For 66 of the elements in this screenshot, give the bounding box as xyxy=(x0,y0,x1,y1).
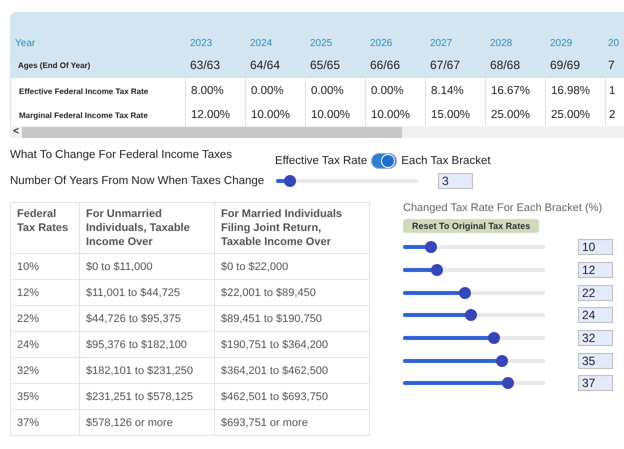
column-header: For Married Individuals Filing Joint Return, Taxable Income Over xyxy=(214,202,370,254)
table-cell: $0 to $11,000 xyxy=(80,254,214,280)
table-cell: $0 to $22,000 xyxy=(214,254,370,280)
rate-input[interactable]: 24 xyxy=(578,307,613,324)
table-cell: $44,726 to $95,375 xyxy=(80,306,214,332)
table-cell: $231,251 to $578,125 xyxy=(80,384,214,410)
year-header: 2023 xyxy=(189,38,214,48)
table-cell: 10% xyxy=(10,254,80,280)
rate-input[interactable]: 32 xyxy=(578,330,613,346)
table-cell: 32% xyxy=(10,358,80,384)
slider-thumb[interactable] xyxy=(465,309,478,322)
table-cell: $693,751 or more xyxy=(214,410,370,436)
year-header: 2026 xyxy=(369,38,394,48)
table-cell: 12% xyxy=(10,280,80,306)
ages-value: 69/69 xyxy=(549,58,582,72)
years-input[interactable]: 3 xyxy=(438,173,473,189)
year-header: 20 xyxy=(607,38,620,48)
rate-input[interactable]: 12 xyxy=(578,262,613,278)
table-cell: $95,376 to $182,100 xyxy=(80,332,214,358)
ages-value: 66/66 xyxy=(369,58,402,72)
ages-value: 67/67 xyxy=(429,58,462,72)
rate-input[interactable]: 22 xyxy=(578,284,613,301)
table-cell: $364,201 to $462,500 xyxy=(214,358,370,384)
ages-value: 7 xyxy=(607,58,616,72)
scrollbar-thumb[interactable] xyxy=(22,126,402,138)
slider-thumb[interactable] xyxy=(459,286,472,299)
reset-button[interactable]: Reset To Original Tax Rates xyxy=(403,219,540,233)
column-header: Federal Tax Rates xyxy=(10,202,80,254)
table-cell: $182,101 to $231,250 xyxy=(80,358,214,384)
table-cell: 24% xyxy=(10,332,80,358)
slider-thumb[interactable] xyxy=(496,354,508,367)
bracket-changes-title: Changed Tax Rate For Each Bracket (%) xyxy=(403,202,604,214)
ages-value: 68/68 xyxy=(489,58,522,72)
table-cell: $462,501 to $693,750 xyxy=(214,384,370,410)
table-cell: 22% xyxy=(10,306,80,332)
change-label: What To Change For Federal Income Taxes xyxy=(10,149,234,161)
slider-thumb[interactable] xyxy=(488,332,500,344)
year-header: 2024 xyxy=(249,38,274,48)
ages-label: Ages (End Of Year) xyxy=(17,60,92,70)
ages-value: 65/65 xyxy=(309,58,342,72)
toggle-switch[interactable] xyxy=(371,153,398,169)
table-cell: $190,751 to $364,200 xyxy=(214,332,370,358)
table-cell: 35% xyxy=(10,384,80,410)
rate-input[interactable]: 35 xyxy=(578,352,613,369)
rate-input[interactable]: 37 xyxy=(578,375,613,392)
table-cell: $22,001 to $89,450 xyxy=(214,280,370,306)
column-header: For Unmarried Individuals, Taxable Income Over xyxy=(80,202,214,254)
slider-thumb[interactable] xyxy=(502,377,514,390)
table-cell: $11,001 to $44,725 xyxy=(80,280,214,306)
year-header: 2025 xyxy=(309,38,334,48)
slider-thumb[interactable] xyxy=(425,241,438,254)
slider-thumb[interactable] xyxy=(284,175,296,187)
bracket-option-label: Each Tax Bracket xyxy=(401,155,491,167)
year-header: 2027 xyxy=(429,38,454,48)
year-label: Year xyxy=(14,38,36,48)
table-cell: $578,126 or more xyxy=(80,410,214,436)
table-cell: 37% xyxy=(10,410,80,436)
years-label: Number Of Years From Now When Taxes Change xyxy=(10,175,266,187)
effective-option-label: Effective Tax Rate xyxy=(275,155,368,167)
year-header: 2029 xyxy=(549,38,574,48)
slider-thumb[interactable] xyxy=(431,264,444,276)
ages-value: 63/63 xyxy=(189,58,222,72)
rate-input[interactable]: 10 xyxy=(578,239,613,256)
year-header: 2028 xyxy=(489,38,514,48)
table-cell: $89,451 to $190,750 xyxy=(214,306,370,332)
ages-value: 64/64 xyxy=(249,58,282,72)
